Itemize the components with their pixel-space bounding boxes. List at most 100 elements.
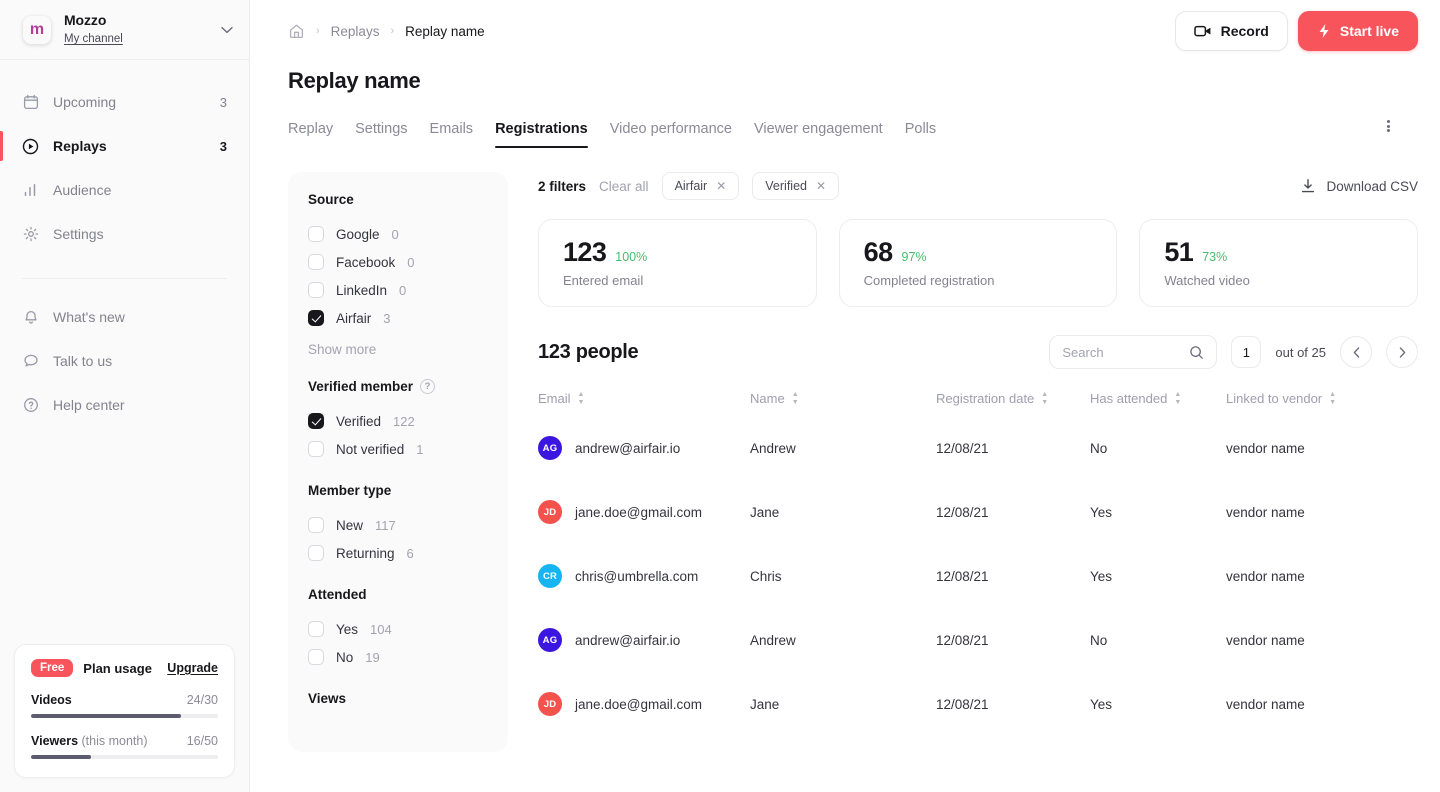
checkbox[interactable] (308, 226, 324, 242)
record-button[interactable]: Record (1174, 11, 1288, 51)
question-mark-icon[interactable]: ? (420, 379, 436, 394)
tab-viewer-engagement[interactable]: Viewer engagement (754, 121, 883, 148)
table-row[interactable]: JD jane.doe@gmail.com Jane 12/08/21 Yes vendo… (538, 480, 1418, 544)
sidebar-item-whats-new[interactable]: What's new (0, 295, 249, 339)
column-header-linked-to-vendor[interactable]: Linked to vendor ▲ ▼ (1226, 391, 1418, 406)
sort-icon[interactable]: ▲ ▼ (792, 391, 799, 406)
checkbox[interactable] (308, 545, 324, 561)
next-page-button[interactable] (1386, 336, 1418, 368)
search-icon (1189, 345, 1204, 360)
table-row[interactable]: CR chris@umbrella.com Chris 12/08/21 Yes vend… (538, 544, 1418, 608)
checkbox[interactable] (308, 310, 324, 326)
search-input[interactable] (1062, 344, 1182, 360)
filter-option-label: No (336, 649, 354, 665)
column-header-has-attended[interactable]: Has attended ▲ ▼ (1090, 391, 1226, 406)
clear-all-filters[interactable]: Clear all (599, 179, 649, 194)
stat-percent: 100% (615, 250, 648, 264)
usage-row-videos: Videos 24/30 (31, 693, 218, 707)
sidebar-item-upcoming[interactable]: Upcoming 3 (0, 80, 249, 124)
cell-name: Andrew (750, 632, 796, 648)
stat-percent: 73% (1202, 250, 1228, 264)
filter-option-label: Yes (336, 621, 359, 637)
filter-chip-label: Verified (765, 179, 807, 193)
tab-video-performance[interactable]: Video performance (610, 121, 732, 148)
filter-option-count: 19 (365, 649, 380, 665)
kebab-menu-icon[interactable] (1374, 112, 1402, 140)
page-total-label: out of 25 (1275, 344, 1326, 360)
tab-polls[interactable]: Polls (905, 121, 936, 148)
filter-chip-airfair[interactable]: Airfair ✕ (661, 172, 740, 200)
active-filter-bar: 2 filters Clear all Airfair ✕ Verified ✕… (538, 172, 1418, 200)
cell-linked-to-vendor: vendor name (1226, 696, 1305, 712)
checkbox[interactable] (308, 254, 324, 270)
bell-icon (22, 309, 39, 326)
breadcrumb-item-replays[interactable]: Replays (331, 24, 380, 39)
filter-option-new[interactable]: New 117 (308, 511, 488, 539)
tab-replay[interactable]: Replay (288, 121, 333, 148)
sidebar-item-settings[interactable]: Settings (0, 212, 249, 256)
tab-registrations[interactable]: Registrations (495, 121, 588, 148)
cell-registration-date: 12/08/21 (936, 504, 989, 520)
prev-page-button[interactable] (1340, 336, 1372, 368)
breadcrumb-separator: › (390, 25, 395, 37)
column-header-name[interactable]: Name ▲ ▼ (750, 391, 936, 406)
filter-option-count: 1 (416, 441, 424, 457)
upgrade-link[interactable]: Upgrade (167, 661, 218, 675)
table-row[interactable]: JD jane.doe@gmail.com Jane 12/08/21 Yes vendo… (538, 672, 1418, 736)
sidebar-item-talk-to-us[interactable]: Talk to us (0, 339, 249, 383)
filter-option-attended-no[interactable]: No 19 (308, 643, 488, 671)
stat-cards: 123 100% Entered email 68 97% Completed … (538, 219, 1419, 307)
page-number-input[interactable]: 1 (1231, 336, 1262, 368)
sort-icon[interactable]: ▲ ▼ (1041, 391, 1048, 406)
sort-icon[interactable]: ▲ ▼ (578, 391, 585, 406)
checkbox[interactable] (308, 282, 324, 298)
stat-card-completed-registration: 68 97% Completed registration (838, 219, 1118, 307)
home-icon[interactable] (288, 23, 305, 40)
usage-label: Videos (31, 693, 72, 707)
checkbox[interactable] (308, 649, 324, 665)
sort-icon[interactable]: ▲ ▼ (1329, 391, 1336, 406)
close-icon[interactable]: ✕ (816, 179, 826, 193)
chevron-down-icon[interactable] (221, 26, 233, 34)
column-header-email[interactable]: Email ▲ ▼ (538, 391, 750, 406)
search-box[interactable] (1049, 335, 1218, 369)
tab-settings[interactable]: Settings (355, 121, 407, 148)
close-icon[interactable]: ✕ (716, 179, 726, 193)
sidebar-item-replays[interactable]: Replays 3 (0, 124, 249, 168)
usage-value: 16/50 (186, 734, 218, 748)
filter-option-not-verified[interactable]: Not verified 1 (308, 435, 488, 463)
checkbox[interactable] (308, 621, 324, 637)
checkbox[interactable] (308, 517, 324, 533)
filter-option-google[interactable]: Google 0 (308, 220, 488, 248)
cell-name: Andrew (750, 440, 796, 456)
sort-icon[interactable]: ▲ ▼ (1174, 391, 1181, 406)
filter-option-airfair[interactable]: Airfair 3 (308, 304, 488, 332)
download-csv-button[interactable]: Download CSV (1300, 178, 1418, 194)
column-header-registration-date[interactable]: Registration date ▲ ▼ (936, 391, 1090, 406)
tab-emails[interactable]: Emails (430, 121, 474, 148)
sidebar-item-help-center[interactable]: Help center (0, 383, 249, 427)
cell-has-attended: Yes (1090, 504, 1113, 520)
show-more-sources[interactable]: Show more (308, 342, 488, 357)
filter-option-verified[interactable]: Verified 122 (308, 407, 488, 435)
sidebar-divider (22, 278, 227, 279)
checkbox[interactable] (308, 413, 324, 429)
filter-option-label: Google (336, 226, 380, 242)
checkbox[interactable] (308, 441, 324, 457)
cell-email: andrew@airfair.io (575, 632, 681, 648)
filter-option-returning[interactable]: Returning 6 (308, 539, 488, 567)
gear-icon (22, 226, 39, 243)
table-row[interactable]: AG andrew@airfair.io Andrew 12/08/21 No vendo… (538, 416, 1418, 480)
workspace-switcher[interactable]: m Mozzo My channel (0, 0, 249, 60)
start-live-button[interactable]: Start live (1297, 11, 1418, 51)
filter-chip-verified[interactable]: Verified ✕ (752, 172, 840, 200)
filter-group-source: Source Google 0 Facebook 0 LinkedIn 0 Ai… (308, 192, 488, 357)
filter-option-linkedin[interactable]: LinkedIn 0 (308, 276, 488, 304)
filter-option-attended-yes[interactable]: Yes 104 (308, 615, 488, 643)
people-count: 123 people (538, 340, 639, 363)
cell-has-attended: No (1090, 632, 1108, 648)
cell-linked-to-vendor: vendor name (1226, 504, 1305, 520)
filter-option-facebook[interactable]: Facebook 0 (308, 248, 488, 276)
table-row[interactable]: AG andrew@airfair.io Andrew 12/08/21 No vendo… (538, 608, 1418, 672)
sidebar-item-audience[interactable]: Audience (0, 168, 249, 212)
